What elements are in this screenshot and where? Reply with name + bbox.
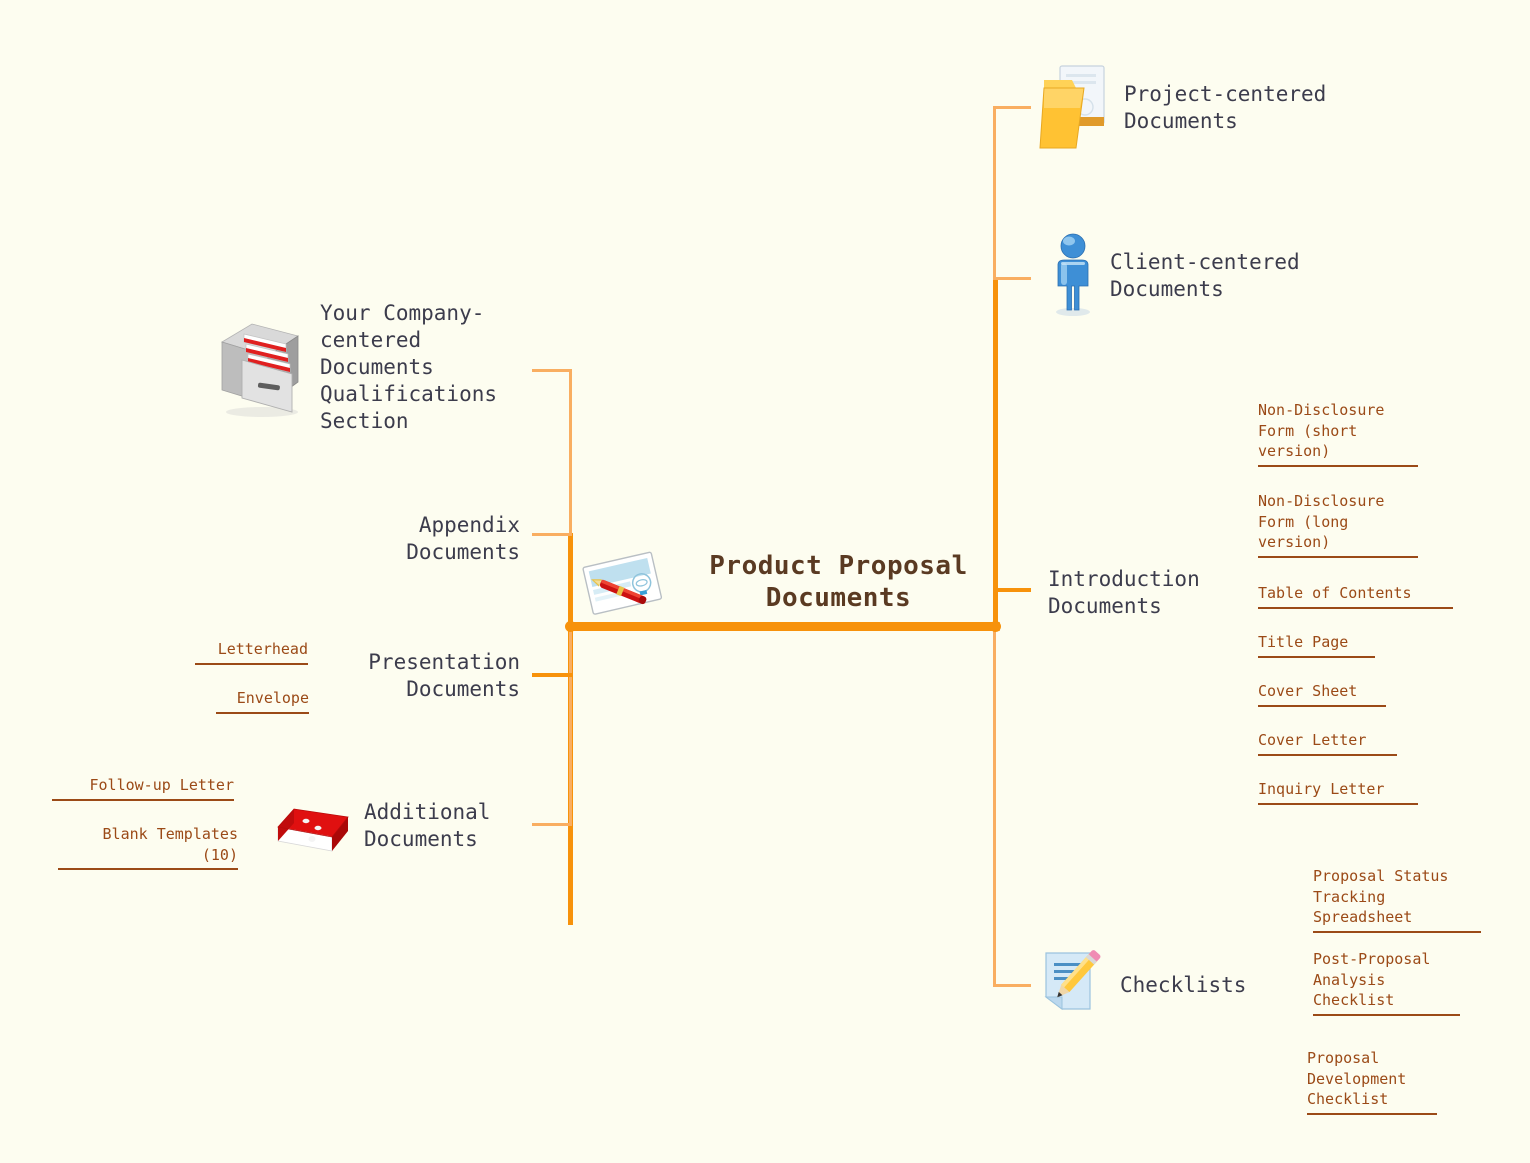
branch-appendix-documents[interactable]: Appendix Documents (330, 512, 520, 566)
branch-presentation-documents[interactable]: Presentation Documents (320, 649, 520, 703)
branch-label: Additional Documents (364, 800, 491, 851)
person-icon (1056, 233, 1090, 316)
note-pencil-icon (1044, 950, 1101, 1010)
folder-icon (1039, 65, 1105, 149)
stub-additional (532, 823, 572, 826)
branch-project-centered-documents[interactable]: Project-centered Documents (1038, 62, 1326, 154)
right-trunk-lower (993, 625, 996, 985)
branch-checklists[interactable]: Checklists (1038, 947, 1246, 1023)
branch-label: Presentation Documents (368, 650, 520, 701)
leaf-follow-up-letter[interactable]: Follow-up Letter (52, 775, 234, 801)
left-trunk-lower (569, 625, 572, 825)
branch-introduction-documents[interactable]: Introduction Documents (1048, 566, 1200, 620)
stub-your-company-centered (532, 369, 572, 372)
branch-label: Checklists (1120, 972, 1247, 997)
branch-label: Appendix Documents (406, 513, 520, 564)
leaf-non-disclosure-form-long[interactable]: Non-Disclosure Form (long version) (1258, 491, 1418, 559)
leaf-envelope[interactable]: Envelope (216, 688, 309, 714)
mind-map-canvas: Product Proposal Documents Project-cente… (0, 0, 1530, 1163)
branch-client-centered-documents[interactable]: Client-centered Documents (1046, 232, 1300, 320)
leaf-cover-sheet[interactable]: Cover Sheet (1258, 681, 1386, 707)
file-cabinet-icon (221, 323, 299, 418)
document-pen-icon (582, 551, 663, 615)
leaf-post-proposal-analysis-checklist[interactable]: Post-Proposal Analysis Checklist (1313, 949, 1460, 1017)
stub-appendix (532, 533, 572, 536)
red-book-icon (277, 808, 349, 852)
branch-label: Your Company- centered Documents Qualifi… (320, 301, 498, 433)
leaf-inquiry-letter[interactable]: Inquiry Letter (1258, 779, 1418, 805)
leaf-non-disclosure-form-short[interactable]: Non-Disclosure Form (short version) (1258, 400, 1418, 468)
stub-checklists (993, 984, 1031, 987)
central-title: Product Proposal Documents (709, 550, 968, 614)
stub-client-centered (993, 277, 1031, 280)
stub-presentation (532, 673, 572, 677)
leaf-proposal-status-tracking-spreadsheet[interactable]: Proposal Status Tracking Spreadsheet (1313, 866, 1481, 934)
branch-additional-documents[interactable]: Additional Documents (272, 795, 490, 857)
stub-project-centered (993, 106, 1031, 109)
branch-your-company-centered-documents[interactable]: Your Company- centered Documents Qualifi… (214, 300, 497, 434)
branch-label: Introduction Documents (1048, 567, 1200, 618)
leaf-table-of-contents[interactable]: Table of Contents (1258, 583, 1453, 609)
branch-label: Client-centered Documents (1110, 250, 1300, 301)
leaf-title-page[interactable]: Title Page (1258, 632, 1375, 658)
branch-label: Project-centered Documents (1124, 82, 1327, 133)
leaf-cover-letter[interactable]: Cover Letter (1258, 730, 1397, 756)
leaf-letterhead[interactable]: Letterhead (195, 639, 308, 665)
leaf-proposal-development-checklist[interactable]: Proposal Development Checklist (1307, 1048, 1437, 1116)
central-node[interactable]: Product Proposal Documents (575, 540, 1000, 624)
leaf-blank-templates[interactable]: Blank Templates (10) (58, 824, 238, 871)
